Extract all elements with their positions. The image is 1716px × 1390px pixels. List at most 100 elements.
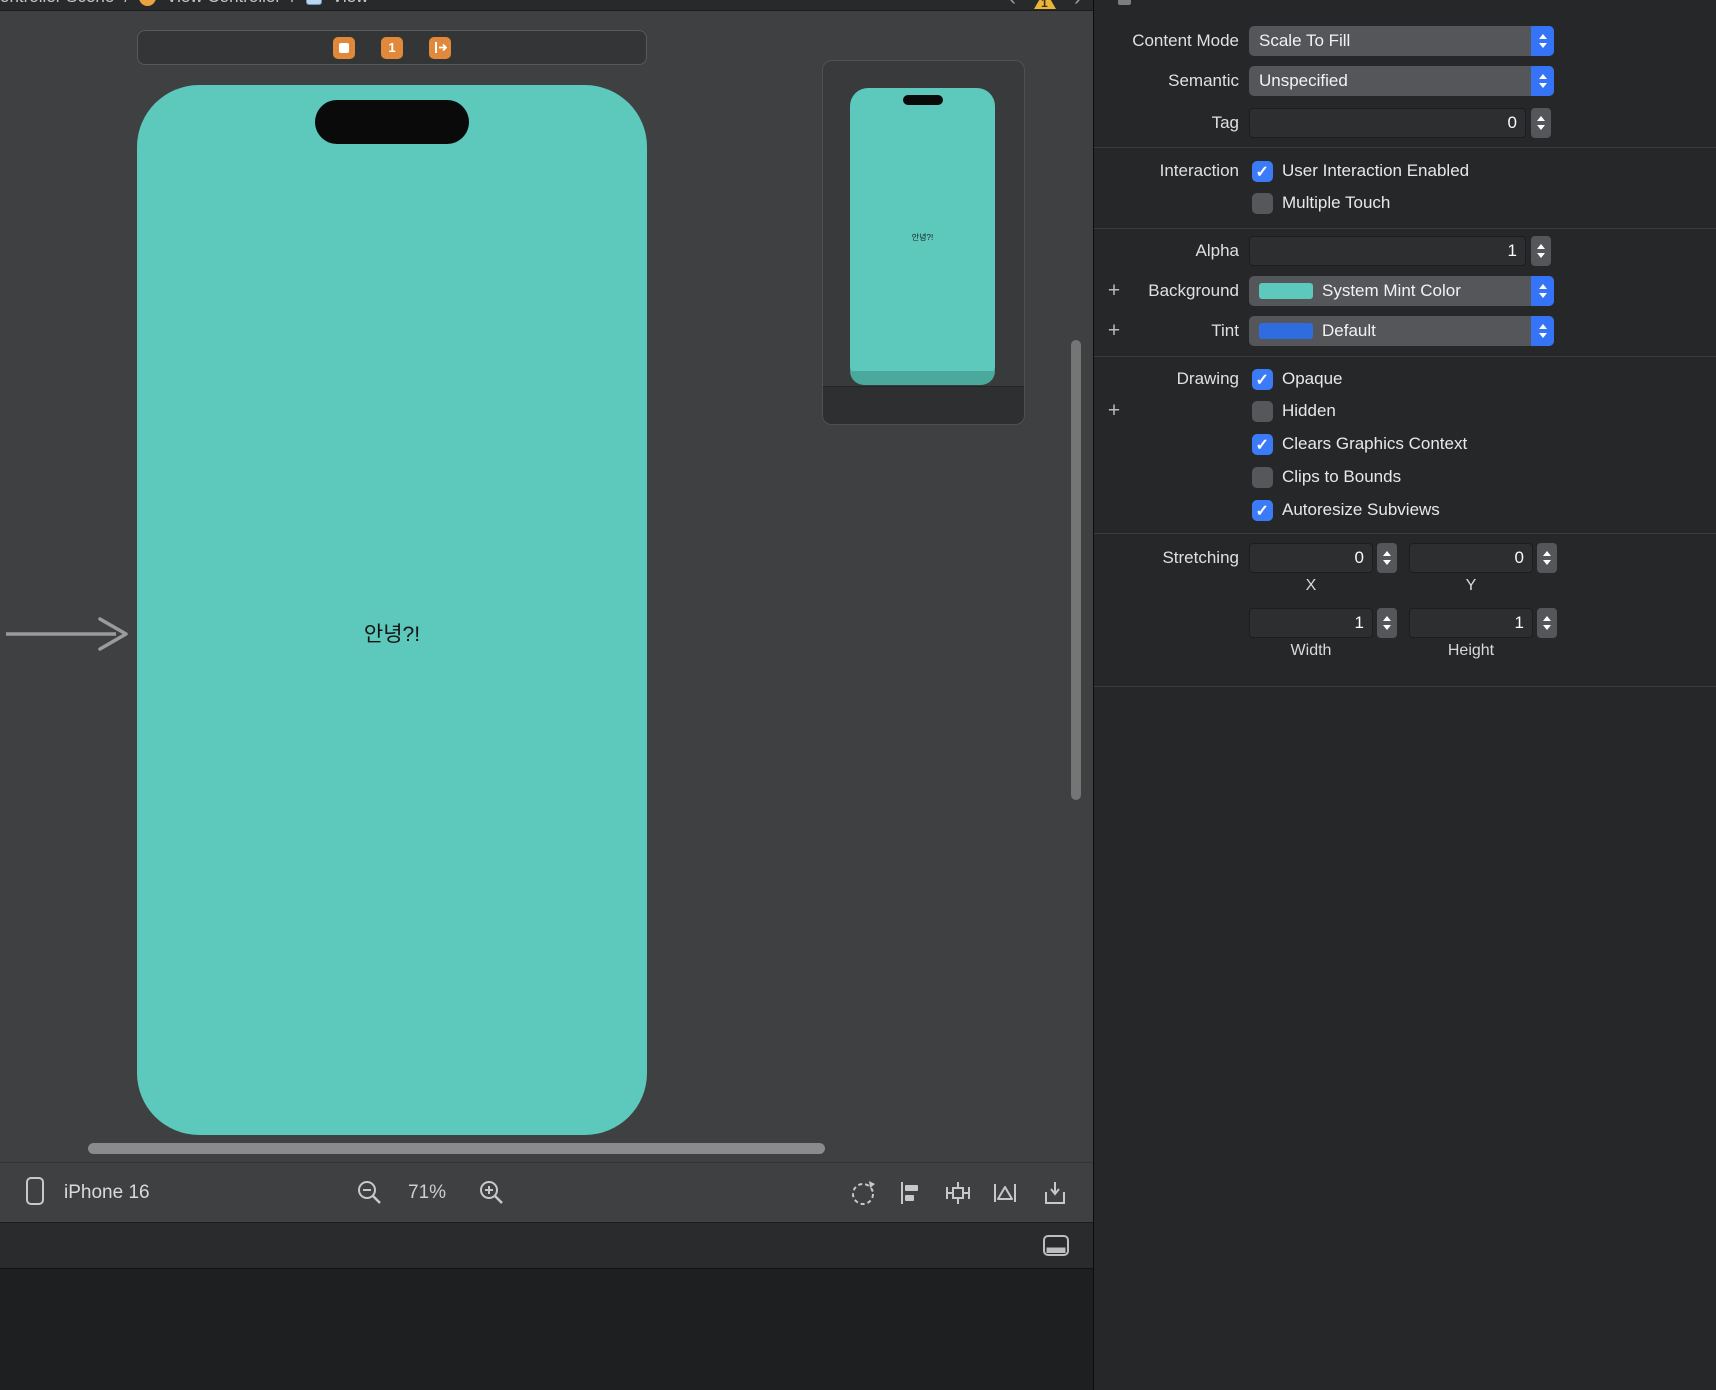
dock-badge: 1 [388,40,396,55]
background-color-swatch [1259,283,1313,299]
dynamic-island [315,100,469,144]
separator [1094,356,1716,357]
alpha-field[interactable]: 1 [1249,236,1526,266]
semantic-dropdown[interactable]: Unspecified [1249,66,1554,96]
clears-graphics-context-row[interactable]: Clears Graphics Context [1252,431,1467,457]
clips-to-bounds-checkbox[interactable] [1252,466,1273,488]
user-interaction-enabled-row[interactable]: User Interaction Enabled [1252,158,1469,184]
separator [1094,228,1716,229]
separator [1094,147,1716,148]
dropdown-stepper-icon [1531,66,1554,96]
zoom-out-icon[interactable] [356,1179,384,1207]
chevron-left-icon[interactable]: ‹ [1009,0,1016,10]
interaction-label: Interaction [1159,161,1239,180]
greeting-label[interactable]: 안녕?! [137,621,647,649]
separator [1094,533,1716,534]
semantic-label: Semantic [1168,71,1239,90]
autoresize-subviews-checkbox[interactable] [1252,499,1273,521]
stretching-x-stepper[interactable] [1377,543,1397,573]
preview-dynamic-island [902,95,943,105]
hidden-row[interactable]: Hidden [1252,398,1336,424]
view-controller-icon [139,0,157,6]
stretching-width-axis-label: Width [1290,642,1332,659]
debug-area-collapsed [0,1268,1093,1390]
tag-stepper[interactable] [1531,108,1551,138]
opaque-row[interactable]: Opaque [1252,366,1343,392]
checkbox-label: Hidden [1282,401,1336,420]
autoresize-subviews-row[interactable]: Autoresize Subviews [1252,497,1440,523]
view-icon [305,0,322,5]
warning-icon[interactable]: 1 [1034,0,1056,10]
background-color-dropdown[interactable]: System Mint Color [1249,276,1554,306]
stretching-width-stepper[interactable] [1377,608,1397,638]
jump-bar: ontroller Scene / View Controller / View… [0,0,1093,11]
device-view-canvas[interactable]: 안녕?! [137,85,647,1135]
separator [1094,686,1716,687]
user-interaction-checkbox[interactable] [1252,160,1273,182]
stretching-height-field[interactable]: 1 [1409,608,1533,638]
drawing-label: Drawing [1176,369,1239,388]
multiple-touch-checkbox[interactable] [1252,192,1273,214]
update-frames-icon[interactable] [848,1178,878,1208]
opaque-checkbox[interactable] [1252,368,1273,390]
device-preview-chrome [823,386,1024,424]
storyboard-canvas[interactable]: ontroller Scene / View Controller / View… [0,0,1093,1390]
align-icon[interactable] [896,1179,924,1207]
storyboard-entry-arrow[interactable] [4,612,132,661]
resolve-issues-icon[interactable] [991,1179,1019,1207]
content-mode-dropdown[interactable]: Scale To Fill [1249,26,1554,56]
stretching-height-axis-label: Height [1447,642,1495,659]
device-name[interactable]: iPhone 16 [64,1163,150,1223]
stretching-height-stepper[interactable] [1537,608,1557,638]
canvas-status-bar: iPhone 16 71% [0,1162,1093,1222]
horizontal-scrollbar[interactable] [88,1143,825,1154]
exit-arrow-glyph [434,42,447,53]
dropdown-stepper-icon [1531,26,1554,56]
device-preview-screen[interactable]: 안녕?! [850,88,995,385]
multiple-touch-row[interactable]: Multiple Touch [1252,190,1390,216]
semantic-value: Unspecified [1259,71,1348,90]
stretching-x-field[interactable]: 0 [1249,543,1373,573]
hidden-checkbox[interactable] [1252,400,1273,422]
dock-view-controller-glyph [339,42,349,53]
dock-exit-icon[interactable] [429,36,451,59]
jump-bar-view-controller[interactable]: View Controller [166,0,281,7]
clears-graphics-context-checkbox[interactable] [1252,433,1273,455]
jump-bar-view[interactable]: View [332,0,369,7]
dock-view-controller-icon[interactable] [333,36,355,59]
jump-bar-scene[interactable]: ontroller Scene [0,0,114,7]
checkbox-label: Autoresize Subviews [1282,500,1440,519]
tint-color-dropdown[interactable]: Default [1249,316,1554,346]
device-preview-frame[interactable]: 안녕?! [822,60,1025,425]
embed-icon[interactable] [1041,1179,1069,1207]
stretching-label: Stretching [1162,548,1239,567]
preview-greeting-label: 안녕?! [911,233,934,242]
tint-label: Tint [1211,321,1239,340]
issue-count: 1 [1041,0,1048,10]
alpha-stepper[interactable] [1531,236,1551,266]
add-constraints-icon[interactable] [944,1179,972,1207]
checkbox-label: Clips to Bounds [1282,467,1402,486]
tint-color-swatch [1259,323,1313,339]
tint-color-value: Default [1322,321,1376,340]
checkbox-label: Multiple Touch [1282,193,1391,212]
scene-dock: 1 [137,30,647,65]
stretching-y-stepper[interactable] [1537,543,1557,573]
add-hidden-button[interactable]: + [1104,400,1124,422]
clips-to-bounds-row[interactable]: Clips to Bounds [1252,464,1401,490]
stretching-x-axis-label: X [1305,577,1317,594]
zoom-in-icon[interactable] [478,1179,506,1207]
zoom-level[interactable]: 71% [408,1163,446,1223]
stretching-width-field[interactable]: 1 [1249,608,1373,638]
inspector-toolbar-fragment [1118,0,1131,5]
dock-first-responder-icon[interactable]: 1 [381,36,403,59]
tag-field[interactable]: 0 [1249,108,1526,138]
debug-area-toggle-icon[interactable] [1042,1234,1070,1258]
device-icon[interactable] [22,1175,48,1207]
chevron-right-icon[interactable]: › [1074,0,1081,10]
attributes-inspector: Content Mode Scale To Fill Semantic Unsp… [1093,0,1716,1390]
background-label: Background [1148,281,1239,300]
vertical-scrollbar[interactable] [1071,340,1081,800]
tag-label: Tag [1211,113,1239,132]
stretching-y-field[interactable]: 0 [1409,543,1533,573]
